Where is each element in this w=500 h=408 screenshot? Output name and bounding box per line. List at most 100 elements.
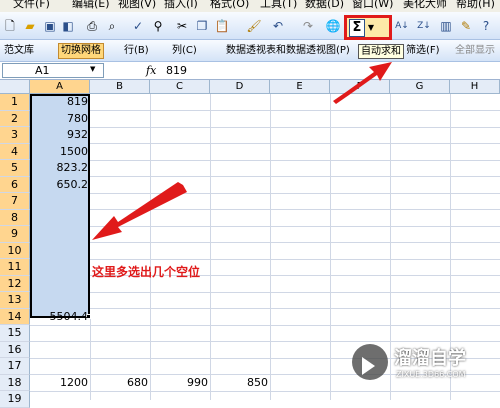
cell-a3[interactable]: 932 bbox=[30, 127, 90, 143]
column-button[interactable]: 列(C) bbox=[172, 43, 197, 59]
cell-a1[interactable]: 819 bbox=[30, 94, 90, 110]
menu-format[interactable]: 格式(O) bbox=[210, 0, 249, 11]
menu-view[interactable]: 视图(V) bbox=[118, 0, 156, 11]
gridline bbox=[30, 390, 500, 392]
permission-icon[interactable]: ◧ bbox=[60, 18, 76, 34]
column-header-d[interactable]: D bbox=[210, 80, 270, 94]
redo-icon[interactable]: ↷ bbox=[300, 18, 316, 34]
row-header[interactable]: 9 bbox=[0, 226, 30, 243]
row-header[interactable]: 18 bbox=[0, 374, 30, 391]
help-icon[interactable]: ? bbox=[478, 18, 494, 34]
menu-help[interactable]: 帮助(H) bbox=[456, 0, 495, 11]
print-preview-icon[interactable]: ⌕ bbox=[104, 18, 120, 34]
cell-c18[interactable]: 990 bbox=[150, 375, 210, 391]
watermark-subtitle: ZIXUE.3D66.COM bbox=[396, 370, 466, 379]
row-header[interactable]: 12 bbox=[0, 275, 30, 292]
row-header[interactable]: 1 bbox=[0, 94, 30, 111]
gridline bbox=[330, 94, 331, 400]
cell-a2[interactable]: 780 bbox=[30, 111, 90, 127]
gridline bbox=[30, 110, 500, 111]
column-header-h[interactable]: H bbox=[450, 80, 500, 94]
column-header-g[interactable]: G bbox=[390, 80, 450, 94]
row-header[interactable]: 2 bbox=[0, 110, 30, 127]
cut-icon[interactable]: ✂ bbox=[174, 18, 190, 34]
menu-data[interactable]: 数据(D) bbox=[305, 0, 344, 11]
spelling-icon[interactable]: ✓ bbox=[130, 18, 146, 34]
toggle-grid-button[interactable]: 切换网格 bbox=[58, 43, 104, 59]
gridline bbox=[30, 242, 500, 243]
cell-a14[interactable]: 5504.4 bbox=[30, 309, 90, 325]
research-icon[interactable]: ⚲ bbox=[150, 18, 166, 34]
gridline bbox=[30, 192, 500, 194]
select-all-corner[interactable] bbox=[0, 80, 30, 94]
print-icon[interactable]: ⎙ bbox=[84, 18, 100, 34]
chart-wizard-icon[interactable]: ▥ bbox=[438, 18, 454, 34]
cell-a5[interactable]: 823.2 bbox=[30, 160, 90, 176]
row-header[interactable]: 3 bbox=[0, 127, 30, 144]
row-header[interactable]: 10 bbox=[0, 242, 30, 259]
menu-insert[interactable]: 插入(I) bbox=[164, 0, 198, 11]
sort-descending-icon[interactable]: Z↓ bbox=[416, 18, 432, 34]
copy-icon[interactable]: ❐ bbox=[194, 18, 210, 34]
row-header[interactable]: 11 bbox=[0, 259, 30, 276]
menu-beautify[interactable]: 美化大师 bbox=[403, 0, 447, 11]
column-header-c[interactable]: C bbox=[150, 80, 210, 94]
row-header[interactable]: 15 bbox=[0, 325, 30, 342]
cell-b18[interactable]: 680 bbox=[90, 375, 150, 391]
chevron-down-icon[interactable]: ▼ bbox=[367, 19, 375, 37]
drawing-icon[interactable]: ✎ bbox=[458, 18, 474, 34]
menu-file[interactable]: 文件(F) bbox=[13, 0, 50, 11]
row-header[interactable]: 16 bbox=[0, 341, 30, 358]
row-header[interactable]: 14 bbox=[0, 308, 30, 325]
chevron-down-icon[interactable]: ▼ bbox=[90, 65, 95, 73]
pivot-table-button[interactable]: 数据透视表和数据透视图(P) bbox=[226, 43, 350, 59]
row-header[interactable]: 7 bbox=[0, 193, 30, 210]
formula-bar: A1 ▼ fx 819 bbox=[0, 62, 500, 80]
hyperlink-icon[interactable]: 🌐 bbox=[325, 18, 341, 34]
formatting-toolbar: 范文库 切换网格 行(B) 列(C) 数据透视表和数据透视图(P) 筛选(F) … bbox=[0, 40, 500, 62]
row-button[interactable]: 行(B) bbox=[124, 43, 149, 59]
menu-window[interactable]: 窗口(W) bbox=[352, 0, 393, 11]
format-painter-icon[interactable]: 🖌 bbox=[246, 18, 262, 34]
autosum-tooltip: 自动求和 bbox=[358, 44, 404, 59]
row-header[interactable]: 8 bbox=[0, 209, 30, 226]
save-icon[interactable]: ▣ bbox=[42, 18, 58, 34]
gridline bbox=[270, 94, 271, 400]
open-folder-icon[interactable]: ▰ bbox=[22, 18, 38, 34]
column-header-e[interactable]: E bbox=[270, 80, 330, 94]
filter-button[interactable]: 筛选(F) bbox=[406, 43, 440, 59]
watermark-logo: 溜溜自学 ZIXUE.3D66.COM bbox=[352, 340, 492, 390]
menu-tools[interactable]: 工具(T) bbox=[260, 0, 297, 11]
gridline bbox=[150, 94, 151, 400]
gridline bbox=[30, 258, 500, 260]
formula-input[interactable]: 819 bbox=[166, 63, 187, 78]
row-header[interactable]: 4 bbox=[0, 143, 30, 160]
new-file-icon[interactable]: 🗋 bbox=[2, 18, 18, 34]
name-box[interactable]: A1 bbox=[2, 63, 104, 78]
cell-d18[interactable]: 850 bbox=[210, 375, 270, 391]
column-header-f[interactable]: F bbox=[330, 80, 390, 94]
gridline bbox=[30, 126, 500, 128]
standard-toolbar: 🗋 ▰ ▣ ◧ ⎙ ⌕ ✓ ⚲ ✂ ❐ 📋 🖌 ↶ ↷ 🌐 Σ ▼ A↓ Z↓ … bbox=[0, 12, 500, 40]
show-all-button[interactable]: 全部显示 bbox=[455, 43, 495, 59]
function-icon[interactable]: fx bbox=[146, 64, 156, 77]
column-header-a[interactable]: A bbox=[30, 80, 90, 94]
row-header[interactable]: 13 bbox=[0, 292, 30, 309]
row-header[interactable]: 6 bbox=[0, 176, 30, 193]
undo-icon[interactable]: ↶ bbox=[270, 18, 286, 34]
gridline bbox=[30, 176, 500, 177]
paste-icon[interactable]: 📋 bbox=[214, 18, 230, 34]
cell-a4[interactable]: 1500 bbox=[30, 144, 90, 160]
column-header-b[interactable]: B bbox=[90, 80, 150, 94]
gridline bbox=[30, 209, 500, 210]
template-library-button[interactable]: 范文库 bbox=[4, 43, 34, 59]
row-header[interactable]: 5 bbox=[0, 160, 30, 177]
sort-ascending-icon[interactable]: A↓ bbox=[394, 18, 410, 34]
gridline bbox=[30, 308, 500, 309]
row-header[interactable]: 19 bbox=[0, 391, 30, 408]
row-header[interactable]: 17 bbox=[0, 358, 30, 375]
cell-a18[interactable]: 1200 bbox=[30, 375, 90, 391]
cell-a6[interactable]: 650.2 bbox=[30, 177, 90, 193]
menu-edit[interactable]: 编辑(E) bbox=[72, 0, 110, 11]
autosum-button[interactable]: Σ ▼ bbox=[344, 15, 392, 40]
